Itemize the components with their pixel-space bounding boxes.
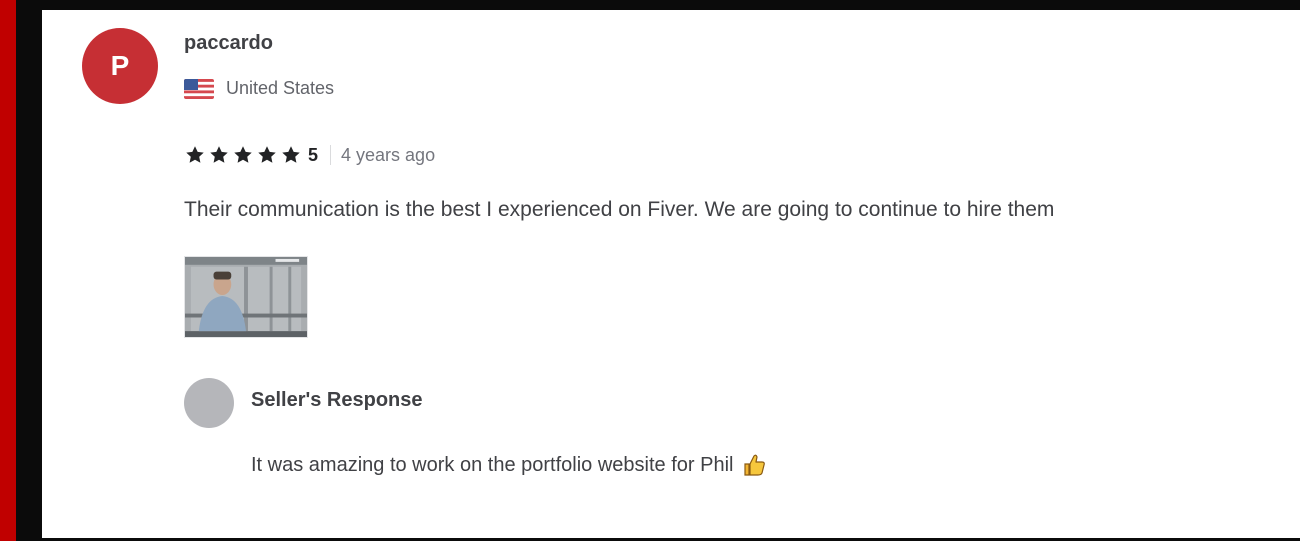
seller-response-text: It was amazing to work on the portfolio … bbox=[251, 452, 767, 478]
rating-divider bbox=[330, 145, 332, 165]
star-icon bbox=[258, 146, 276, 163]
star-icon bbox=[210, 146, 228, 163]
rating-row: 5 4 years ago bbox=[184, 144, 435, 166]
star-icon bbox=[234, 146, 252, 163]
review-text: Their communication is the best I experi… bbox=[184, 198, 1055, 221]
rating-value: 5 bbox=[308, 144, 319, 165]
reviewer-username[interactable]: paccardo bbox=[184, 32, 273, 55]
seller-response-message: It was amazing to work on the portfolio … bbox=[251, 453, 734, 476]
star-icon bbox=[282, 146, 300, 163]
review-time: 4 years ago bbox=[341, 144, 436, 165]
video-thumbnail[interactable] bbox=[184, 256, 308, 338]
us-flag-icon bbox=[184, 78, 214, 99]
screenshot-frame: P paccardo United States 5 4 years ago T… bbox=[16, 0, 1300, 541]
country-name: United States bbox=[226, 78, 335, 98]
star-rating bbox=[184, 144, 302, 166]
star-icon bbox=[186, 146, 204, 163]
seller-avatar bbox=[184, 378, 234, 428]
seller-response-title: Seller's Response bbox=[251, 389, 423, 411]
reviewer-country: United States bbox=[184, 78, 334, 99]
review-card: P paccardo United States 5 4 years ago T… bbox=[42, 10, 1300, 538]
reviewer-avatar[interactable]: P bbox=[82, 28, 158, 104]
thumbs-up-icon bbox=[744, 454, 766, 476]
avatar-initial: P bbox=[110, 50, 130, 81]
